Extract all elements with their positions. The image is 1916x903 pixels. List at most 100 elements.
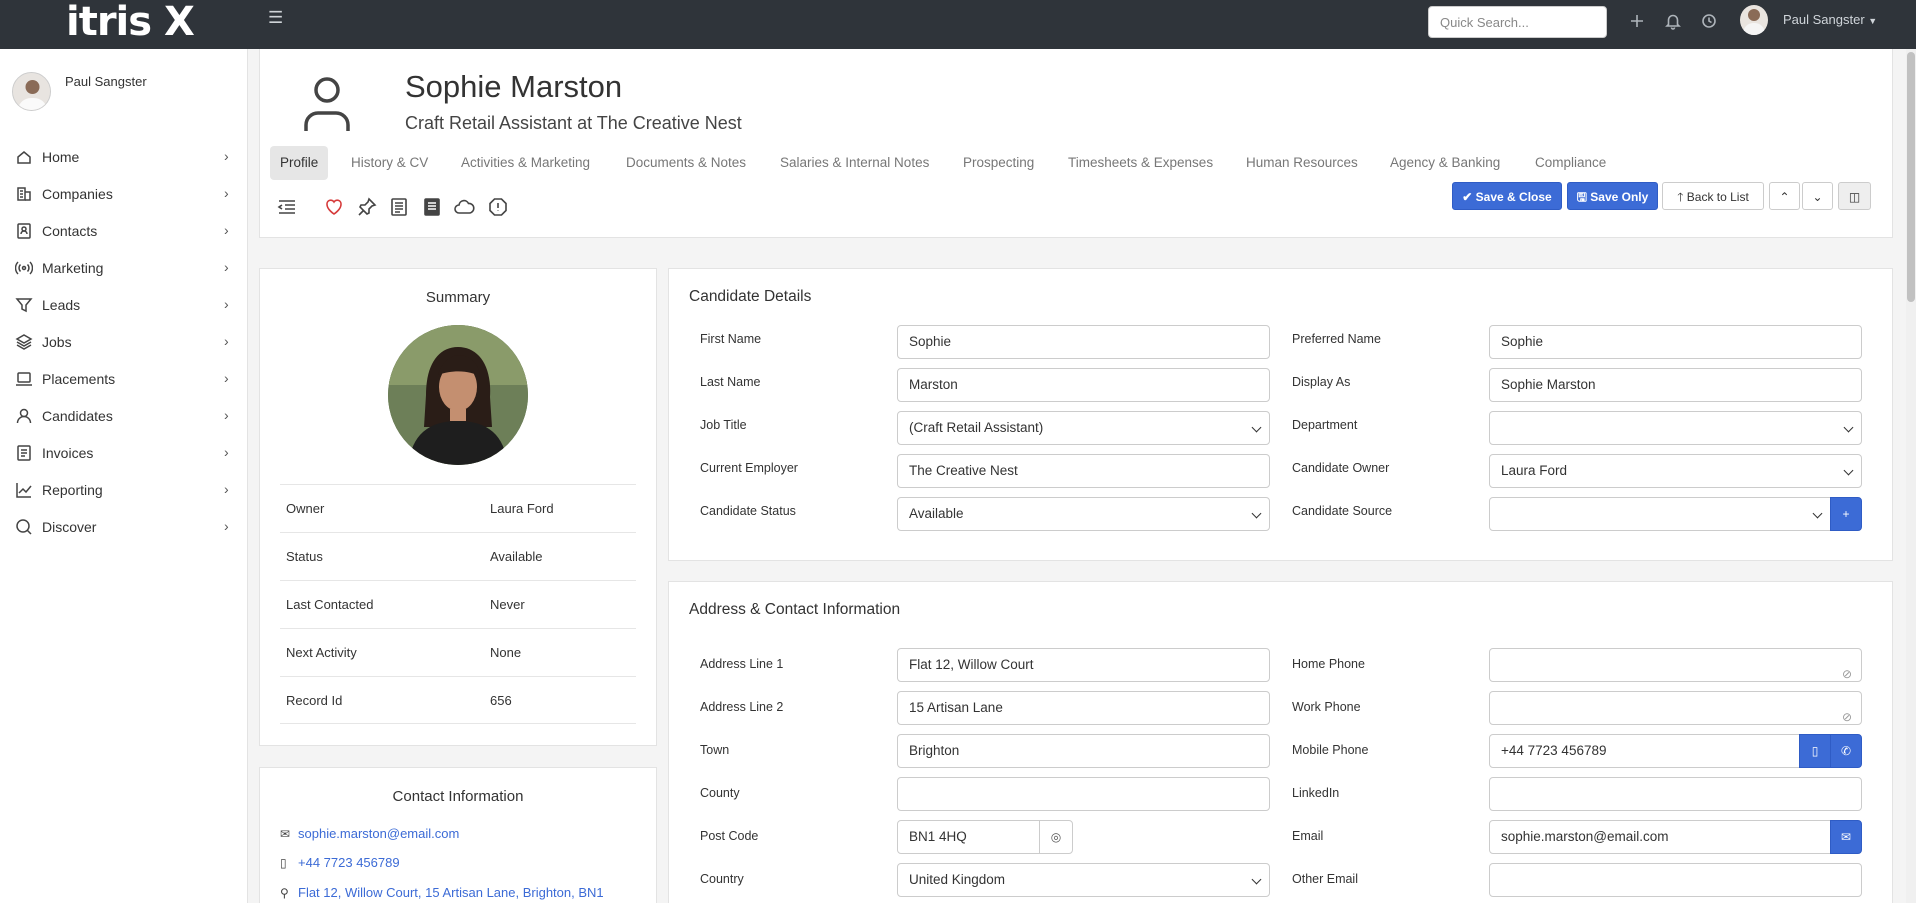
department-select[interactable]	[1489, 411, 1862, 445]
address-line2-input[interactable]: 15 Artisan Lane	[897, 691, 1270, 725]
sidebar-item-candidates[interactable]: Candidates ›	[0, 397, 248, 434]
building-icon	[15, 185, 33, 203]
call-button[interactable]: ✆	[1830, 734, 1862, 768]
tab-human-resources[interactable]: Human Resources	[1246, 146, 1358, 180]
heart-icon[interactable]	[323, 196, 345, 218]
locate-button[interactable]: ◎	[1039, 820, 1073, 854]
app-logo[interactable]: itris X	[66, 0, 195, 45]
bell-icon[interactable]	[1664, 12, 1682, 30]
sidebar-avatar[interactable]	[12, 72, 51, 111]
current-employer-input[interactable]: The Creative Nest	[897, 454, 1270, 488]
contact-info-title: Contact Information	[392, 788, 524, 805]
tab-activities-marketing[interactable]: Activities & Marketing	[461, 146, 590, 180]
sidebar-item-placements[interactable]: Placements ›	[0, 360, 248, 397]
back-to-list-button[interactable]: 🡑 Back to List	[1662, 182, 1764, 210]
mobile-phone-label: Mobile Phone	[1292, 743, 1369, 757]
candidate-details-title: Candidate Details	[689, 288, 812, 305]
sidebar-item-invoices[interactable]: Invoices ›	[0, 434, 248, 471]
hamburger-menu-icon[interactable]: ☰	[268, 9, 286, 26]
contact-phone-link[interactable]: ▯ +44 7723 456789	[280, 855, 400, 870]
contact-email-link[interactable]: ✉ sophie.marston@email.com	[280, 826, 459, 841]
sidebar-item-discover[interactable]: Discover ›	[0, 508, 248, 545]
tab-salaries-internal-notes[interactable]: Salaries & Internal Notes	[780, 146, 929, 180]
toggle-layout-button[interactable]: ◫	[1838, 182, 1871, 210]
tab-agency-banking[interactable]: Agency & Banking	[1390, 146, 1500, 180]
mobile-phone-input[interactable]: +44 7723 456789	[1489, 734, 1800, 768]
candidate-status-select[interactable]: Available	[897, 497, 1270, 531]
user-menu[interactable]: Paul Sangster ▼	[1783, 12, 1877, 27]
tab-compliance[interactable]: Compliance	[1535, 146, 1606, 180]
summary-value: Available	[490, 549, 543, 564]
sidebar-item-companies[interactable]: Companies ›	[0, 175, 248, 212]
cv-document-icon[interactable]	[421, 196, 443, 218]
sms-button[interactable]: ▯	[1799, 734, 1831, 768]
current-employer-label: Current Employer	[700, 461, 798, 475]
tab-documents-notes[interactable]: Documents & Notes	[626, 146, 746, 180]
sidebar-layout-icon: ◫	[1848, 190, 1861, 204]
sidebar-item-label: Leads	[42, 297, 81, 313]
address-line1-input[interactable]: Flat 12, Willow Court	[897, 648, 1270, 682]
summary-key: Last Contacted	[286, 597, 374, 612]
email-input[interactable]: sophie.marston@email.com	[1489, 820, 1831, 854]
save-only-button[interactable]: 🖫 Save Only	[1567, 182, 1658, 210]
layers-icon	[15, 333, 33, 351]
history-icon[interactable]	[1700, 12, 1718, 30]
chevron-right-icon: ›	[224, 407, 229, 423]
post-code-input[interactable]: BN1 4HQ	[897, 820, 1040, 854]
plus-icon[interactable]	[1628, 12, 1646, 30]
other-email-input[interactable]	[1489, 863, 1862, 897]
circle-search-icon	[15, 518, 33, 536]
cloud-icon[interactable]	[453, 196, 475, 218]
sidebar-item-jobs[interactable]: Jobs ›	[0, 323, 248, 360]
work-phone-input[interactable]: ⊘	[1489, 691, 1862, 725]
previous-record-button[interactable]: ⌃	[1769, 182, 1800, 210]
summary-title: Summary	[425, 289, 491, 306]
chevron-right-icon: ›	[224, 259, 229, 275]
map-pin-icon: ◎	[1050, 830, 1062, 844]
tab-prospecting[interactable]: Prospecting	[963, 146, 1034, 180]
chevron-right-icon: ›	[224, 296, 229, 312]
county-input[interactable]	[897, 777, 1270, 811]
tab-history-cv[interactable]: History & CV	[351, 146, 428, 180]
sidebar-item-leads[interactable]: Leads ›	[0, 286, 248, 323]
country-select[interactable]: United Kingdom	[897, 863, 1270, 897]
preferred-name-input[interactable]: Sophie	[1489, 325, 1862, 359]
first-name-input[interactable]: Sophie	[897, 325, 1270, 359]
post-code-label: Post Code	[700, 829, 759, 843]
send-email-button[interactable]: ✉	[1830, 820, 1862, 854]
work-phone-label: Work Phone	[1292, 700, 1361, 714]
contact-address-link[interactable]: ⚲ Flat 12, Willow Court, 15 Artisan Lane,…	[280, 885, 604, 900]
sidebar-item-home[interactable]: Home ›	[0, 138, 248, 175]
check-icon: ✔	[1462, 190, 1473, 204]
user-avatar[interactable]	[1740, 5, 1768, 35]
save-close-button[interactable]: ✔ Save & Close	[1452, 182, 1562, 210]
pin-icon[interactable]	[356, 196, 378, 218]
linkedin-input[interactable]	[1489, 777, 1862, 811]
job-title-select[interactable]: (Craft Retail Assistant)	[897, 411, 1270, 445]
alert-octagon-icon[interactable]	[487, 196, 509, 218]
tab-profile[interactable]: Profile	[270, 146, 329, 180]
scrollbar-thumb[interactable]	[1907, 52, 1915, 302]
summary-row: Status Available	[280, 532, 636, 580]
candidate-owner-label: Candidate Owner	[1292, 461, 1390, 475]
last-name-input[interactable]: Marston	[897, 368, 1270, 402]
document-icon[interactable]	[388, 196, 410, 218]
sidebar-item-contacts[interactable]: Contacts ›	[0, 212, 248, 249]
tab-timesheets-expenses[interactable]: Timesheets & Expenses	[1068, 146, 1213, 180]
chevron-right-icon: ›	[224, 518, 229, 534]
collapse-panel-icon[interactable]	[276, 196, 298, 218]
email-label: Email	[1292, 829, 1324, 843]
add-source-button[interactable]: +	[1830, 497, 1862, 531]
quick-search-input[interactable]	[1428, 6, 1607, 38]
sidebar-item-reporting[interactable]: Reporting ›	[0, 471, 248, 508]
sidebar-item-label: Placements	[42, 371, 116, 387]
next-record-button[interactable]: ⌄	[1802, 182, 1833, 210]
display-as-input[interactable]: Sophie Marston	[1489, 368, 1862, 402]
chevron-up-icon: ⌃	[1779, 190, 1790, 204]
home-phone-input[interactable]: ⊘	[1489, 648, 1862, 682]
sidebar-item-marketing[interactable]: Marketing ›	[0, 249, 248, 286]
candidate-source-select[interactable]	[1489, 497, 1831, 531]
town-input[interactable]: Brighton	[897, 734, 1270, 768]
chevron-right-icon: ›	[224, 222, 229, 238]
candidate-owner-select[interactable]: Laura Ford	[1489, 454, 1862, 488]
